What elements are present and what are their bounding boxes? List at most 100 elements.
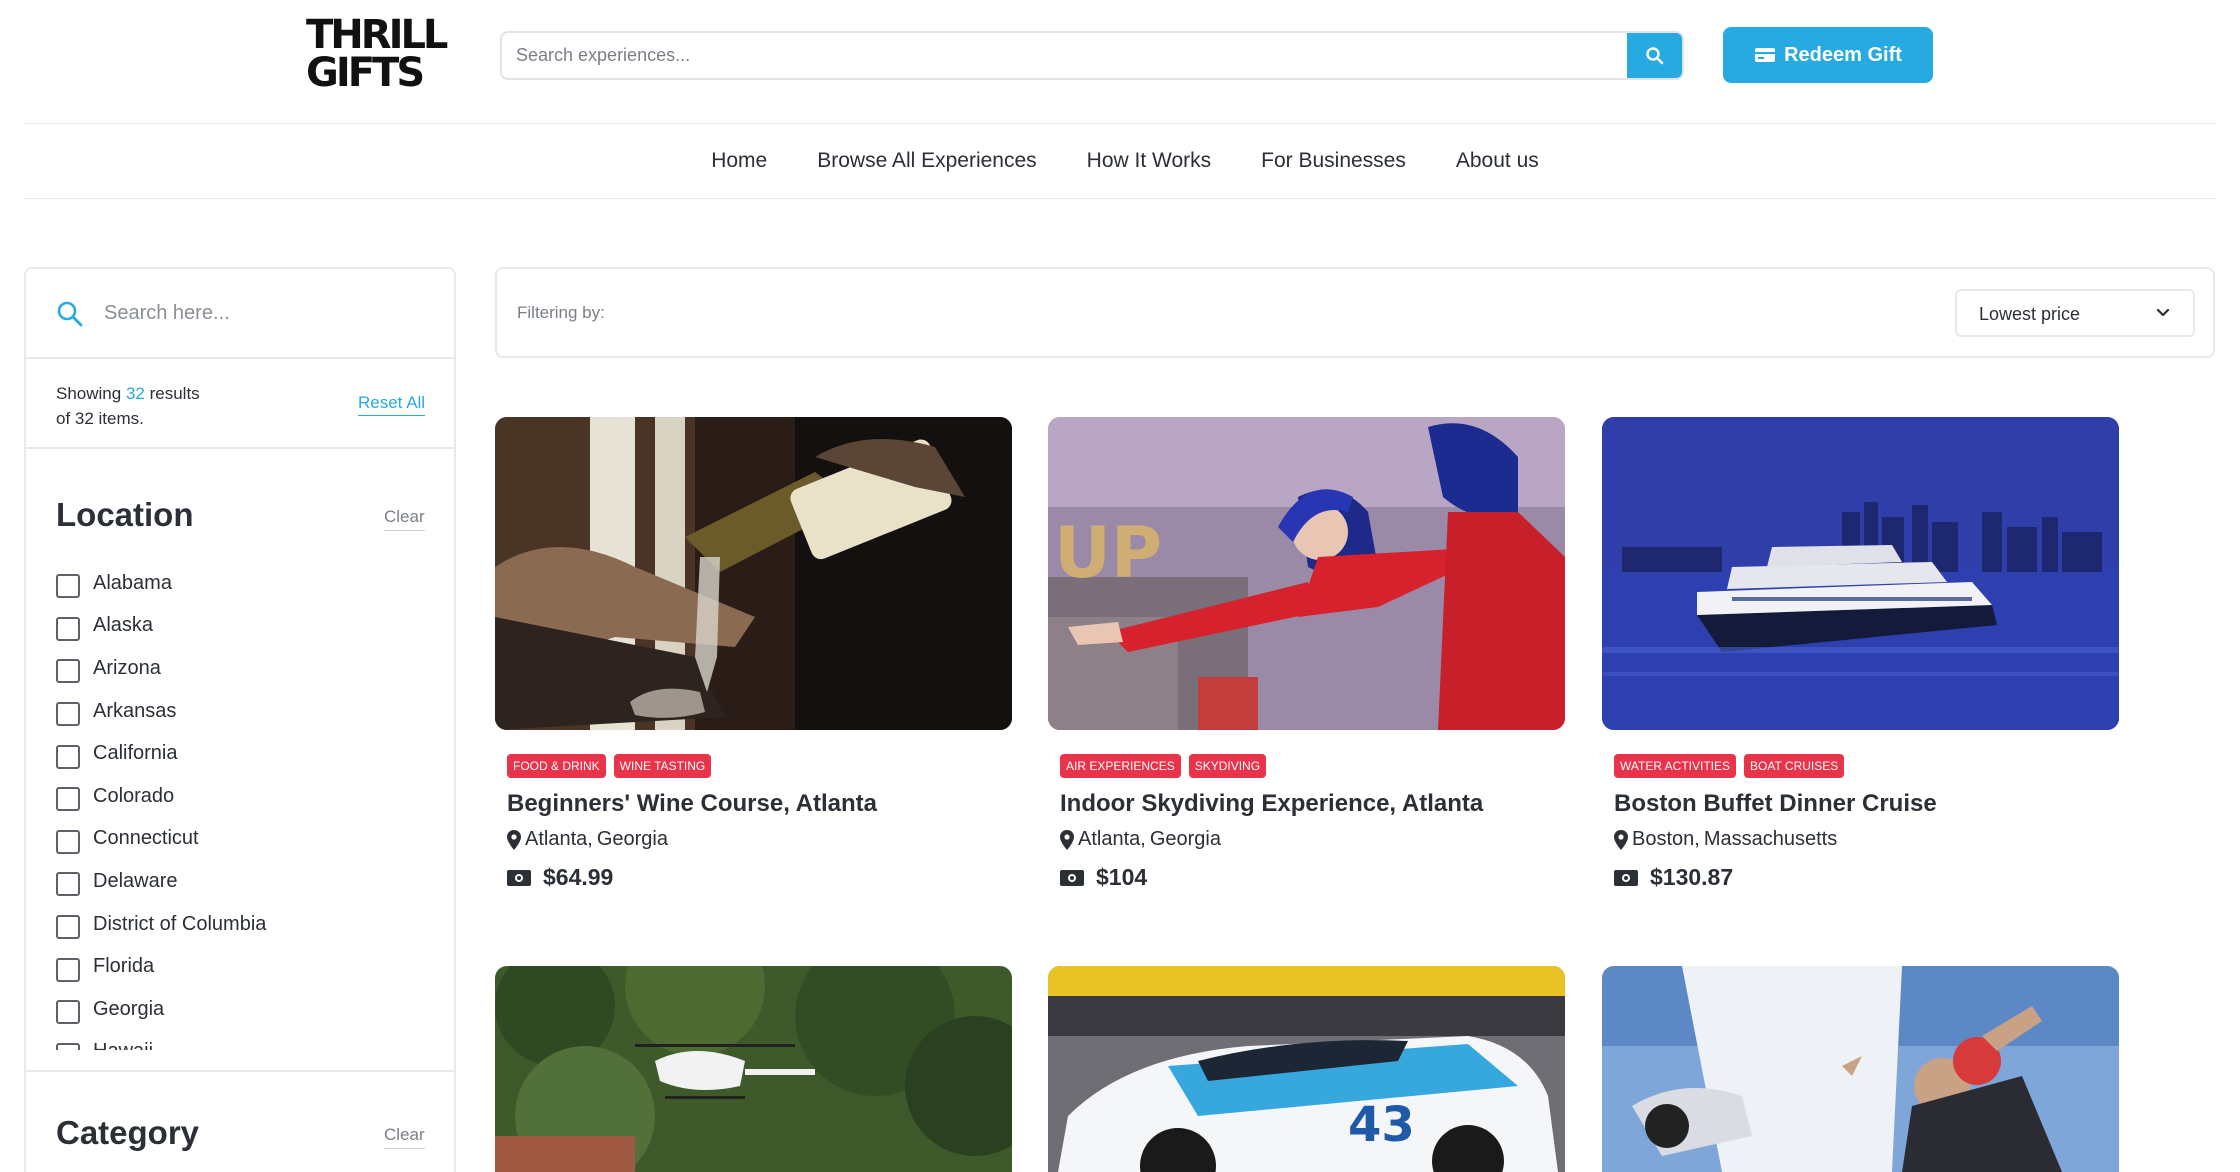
experience-title[interactable]: Boston Buffet Dinner Cruise — [1614, 790, 1937, 818]
sidebar-search-input[interactable] — [104, 293, 424, 333]
experience-image[interactable] — [1602, 417, 2119, 730]
location-option[interactable]: Connecticut — [56, 818, 436, 861]
redeem-gift-label: Redeem Gift — [1784, 43, 1902, 66]
location-label: Connecticut — [93, 827, 199, 850]
nav-how-it-works[interactable]: How It Works — [1087, 149, 1211, 173]
location-label: Alabama — [93, 571, 172, 594]
checkbox[interactable] — [56, 702, 80, 727]
category-tag[interactable]: Water Activities — [1614, 754, 1737, 778]
experience-card[interactable] — [1602, 966, 2119, 1172]
tag-list: Water Activities Boat Cruises — [1614, 754, 1845, 778]
checkbox[interactable] — [56, 574, 80, 599]
experience-search-input[interactable] — [502, 33, 1630, 78]
location-state: Massachusetts — [1703, 828, 1838, 850]
map-pin-icon — [507, 829, 521, 850]
checkbox[interactable] — [56, 744, 80, 769]
location-city: Atlanta, — [525, 828, 593, 850]
showing-prefix: Showing — [56, 384, 122, 403]
experience-card[interactable] — [495, 966, 1012, 1172]
category-tag[interactable]: Wine Tasting — [613, 754, 712, 778]
location-label: Hawaii — [93, 1040, 153, 1050]
showing-total: of 32 items. — [56, 409, 144, 428]
location-option[interactable]: District of Columbia — [56, 903, 436, 946]
location-label: Florida — [93, 955, 155, 978]
svg-text:UP: UP — [1054, 512, 1162, 594]
top-header: THRILL GIFTS Redeem Gift — [0, 0, 2240, 123]
checkbox[interactable] — [56, 659, 80, 684]
experience-location: Atlanta, Georgia — [507, 828, 668, 851]
location-option[interactable]: Arizona — [56, 647, 436, 690]
nav-browse-all[interactable]: Browse All Experiences — [817, 149, 1036, 173]
location-option[interactable]: California — [56, 732, 436, 775]
sidebar-search — [26, 269, 454, 359]
sort-select[interactable]: Lowest price — [1955, 289, 2195, 337]
experience-price: $130.87 — [1614, 864, 1733, 891]
location-option[interactable]: Alaska — [56, 605, 436, 648]
experience-price: $104 — [1060, 864, 1147, 891]
results-count-text: Showing 32 results of 32 items. — [56, 381, 256, 431]
category-tag[interactable]: Food & Drink — [507, 754, 606, 778]
location-option[interactable]: Arkansas — [56, 690, 436, 733]
svg-text:43: 43 — [1348, 1097, 1415, 1153]
category-heading: Category — [56, 1114, 200, 1151]
category-divider — [26, 1070, 454, 1072]
category-clear-link[interactable]: Clear — [384, 1125, 425, 1149]
experience-search — [500, 31, 1684, 80]
location-option[interactable]: Alabama — [56, 562, 436, 605]
money-icon — [1614, 869, 1638, 886]
experience-location: Atlanta, Georgia — [1060, 828, 1221, 851]
location-option[interactable]: Colorado — [56, 775, 436, 818]
checkbox[interactable] — [56, 957, 80, 982]
location-option[interactable]: Florida — [56, 945, 436, 988]
nav-for-businesses[interactable]: For Businesses — [1261, 149, 1406, 173]
location-label: District of Columbia — [93, 912, 267, 935]
category-tag[interactable]: Air Experiences — [1060, 754, 1181, 778]
checkbox[interactable] — [56, 1042, 80, 1050]
location-option[interactable]: Hawaii — [56, 1031, 436, 1050]
nav-divider — [24, 198, 2216, 199]
experience-location: Boston, Massachusetts — [1614, 828, 1837, 851]
checkbox[interactable] — [56, 915, 80, 940]
location-label: California — [93, 742, 178, 765]
nav-home[interactable]: Home — [711, 149, 767, 173]
experience-image[interactable] — [495, 417, 1012, 730]
experience-title[interactable]: Indoor Skydiving Experience, Atlanta — [1060, 790, 1483, 818]
filter-bar: Filtering by: Lowest price — [495, 267, 2215, 358]
nav-about-us[interactable]: About us — [1456, 149, 1539, 173]
category-tag[interactable]: Boat Cruises — [1744, 754, 1845, 778]
chevron-down-icon — [2156, 308, 2170, 317]
gift-card-icon — [1755, 48, 1776, 62]
experience-image[interactable]: 43 — [1048, 966, 1565, 1172]
experience-image[interactable]: UP — [1048, 417, 1565, 730]
experience-title[interactable]: Beginners' Wine Course, Atlanta — [507, 790, 877, 818]
tag-list: Air Experiences Skydiving — [1060, 754, 1267, 778]
checkbox[interactable] — [56, 872, 80, 897]
map-pin-icon — [1614, 829, 1628, 850]
checkbox[interactable] — [56, 616, 80, 641]
checkbox[interactable] — [56, 787, 80, 812]
brand-logo[interactable]: THRILL GIFTS — [306, 15, 448, 94]
reset-all-link[interactable]: Reset All — [358, 393, 426, 416]
tag-list: Food & Drink Wine Tasting — [507, 754, 712, 778]
filter-sidebar: Showing 32 results of 32 items. Reset Al… — [24, 267, 456, 1172]
location-option[interactable]: Delaware — [56, 860, 436, 903]
category-tag[interactable]: Skydiving — [1188, 754, 1267, 778]
experience-image[interactable] — [1602, 966, 2119, 1172]
checkbox[interactable] — [56, 1000, 80, 1025]
price-value: $130.87 — [1650, 864, 1734, 890]
location-clear-link[interactable]: Clear — [384, 507, 425, 531]
experience-card[interactable]: 43 — [1048, 966, 1565, 1172]
location-list: Alabama Alaska Arizona Arkansas Californ… — [56, 562, 436, 1050]
money-icon — [1060, 869, 1084, 886]
checkbox[interactable] — [56, 829, 80, 854]
redeem-gift-button[interactable]: Redeem Gift — [1723, 27, 1933, 83]
search-button[interactable] — [1627, 33, 1682, 78]
price-value: $104 — [1096, 864, 1148, 890]
location-option[interactable]: Georgia — [56, 988, 436, 1031]
location-city: Atlanta, — [1078, 828, 1146, 850]
experience-card[interactable]: UP Air Experiences Skydiving Indoor Skyd… — [1048, 417, 1565, 890]
location-state: Georgia — [1149, 828, 1221, 850]
experience-card[interactable]: Food & Drink Wine Tasting Beginners' Win… — [495, 417, 1012, 890]
experience-card[interactable]: Water Activities Boat Cruises Boston Buf… — [1602, 417, 2119, 890]
experience-image[interactable] — [495, 966, 1012, 1172]
